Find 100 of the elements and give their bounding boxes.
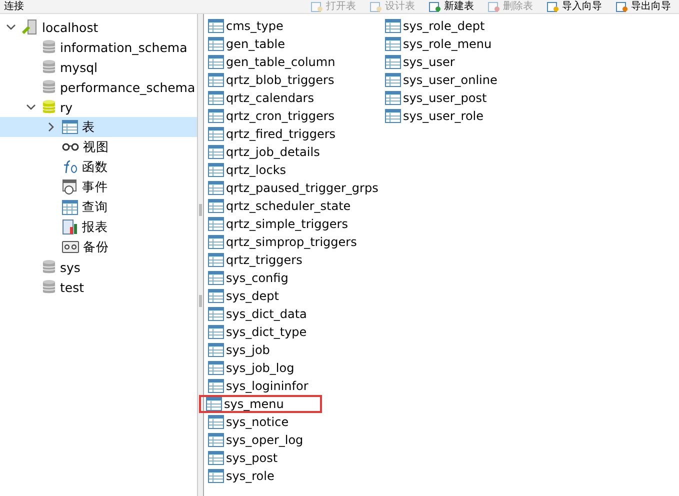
table-icon (208, 217, 224, 231)
table-item[interactable]: qrtz_simprop_triggers (206, 233, 383, 251)
table-icon (385, 37, 401, 51)
table-item[interactable]: qrtz_simple_triggers (206, 215, 383, 233)
table-icon (208, 307, 224, 321)
table-item[interactable]: qrtz_triggers (206, 251, 383, 269)
grid-icon (62, 200, 78, 214)
table-item[interactable]: sys_user_role (383, 107, 560, 125)
report-chart-icon (62, 219, 78, 235)
table-item[interactable]: gen_table (206, 35, 383, 53)
table-icon (208, 415, 224, 429)
table-item[interactable]: qrtz_blob_triggers (206, 71, 383, 89)
table-icon (208, 199, 224, 213)
table-icon (385, 109, 401, 123)
table-action-icon (488, 2, 500, 12)
table-icon (208, 163, 224, 177)
table-icon (208, 127, 224, 141)
table-item[interactable]: sys_role (206, 467, 383, 485)
table-item[interactable]: qrtz_scheduler_state (206, 197, 383, 215)
database-icon (42, 39, 56, 55)
table-item[interactable]: sys_dept (206, 287, 383, 305)
table-item[interactable]: sys_role_menu (383, 35, 560, 53)
table-icon (208, 451, 224, 465)
toolbar-button[interactable]: 导入向导 (547, 0, 602, 12)
tree-item[interactable]: 事件 (0, 177, 197, 197)
table-item[interactable]: sys_post (206, 449, 383, 467)
table-icon (385, 19, 401, 33)
table-icon (208, 73, 224, 87)
table-icon (208, 145, 224, 159)
table-icon (208, 343, 224, 357)
tree-item[interactable]: localhost (0, 17, 197, 37)
tree-item[interactable]: test (0, 277, 197, 297)
function-icon (62, 160, 78, 174)
database-icon (42, 279, 56, 295)
database-icon (42, 59, 56, 75)
table-icon (208, 235, 224, 249)
tree-item[interactable]: performance_schema (0, 77, 197, 97)
table-item[interactable]: sys_menu (199, 395, 322, 413)
table-icon (385, 73, 401, 87)
toolbar-button[interactable]: 导出向导 (616, 0, 671, 12)
tree-item[interactable]: ry (0, 97, 197, 117)
table-icon (208, 109, 224, 123)
table-item[interactable]: sys_job_log (206, 359, 383, 377)
calendar-clock-icon (62, 179, 78, 195)
table-item[interactable]: qrtz_calendars (206, 89, 383, 107)
table-item[interactable]: qrtz_locks (206, 161, 383, 179)
table-item[interactable]: sys_user (383, 53, 560, 71)
tree-item[interactable]: sys (0, 257, 197, 277)
table-icon (208, 289, 224, 303)
tree-item[interactable]: 备份 (0, 237, 197, 257)
connection-label: 连接 (3, 0, 25, 12)
tree-item[interactable]: 表 (0, 117, 197, 137)
table-item[interactable]: sys_notice (206, 413, 383, 431)
database-icon (42, 259, 56, 275)
table-item[interactable]: qrtz_job_details (206, 143, 383, 161)
table-action-icon (370, 2, 382, 12)
table-item[interactable]: qrtz_paused_trigger_grps (206, 179, 383, 197)
table-item[interactable]: sys_config (206, 269, 383, 287)
chevron-down-icon[interactable] (6, 22, 16, 32)
table-icon (385, 91, 401, 105)
tree-item[interactable]: mysql (0, 57, 197, 77)
table-icon (208, 271, 224, 285)
table-item[interactable]: sys_dict_data (206, 305, 383, 323)
table-item[interactable]: cms_type (206, 17, 383, 35)
database-icon (42, 99, 56, 115)
table-item[interactable]: sys_logininfor (206, 377, 383, 395)
table-icon (208, 433, 224, 447)
table-action-icon (311, 2, 323, 12)
database-icon (42, 79, 56, 95)
table-item[interactable]: gen_table_column (206, 53, 383, 71)
tape-icon (62, 241, 79, 253)
table-icon (208, 91, 224, 105)
chevron-down-icon[interactable] (26, 102, 36, 112)
table-item[interactable]: sys_user_online (383, 71, 560, 89)
table-icon (208, 253, 224, 267)
table-item[interactable]: sys_role_dept (383, 17, 560, 35)
chevron-right-icon[interactable] (46, 122, 56, 132)
table-item[interactable]: qrtz_fired_triggers (206, 125, 383, 143)
table-icon (208, 361, 224, 375)
table-icon (385, 55, 401, 69)
table-icon (208, 325, 224, 339)
table-icon (208, 55, 224, 69)
tree-item[interactable]: 查询 (0, 197, 197, 217)
table-item[interactable]: sys_job (206, 341, 383, 359)
table-icon (208, 469, 224, 483)
tree-item[interactable]: 视图 (0, 137, 197, 157)
tree-item[interactable]: 函数 (0, 157, 197, 177)
table-item[interactable]: sys_dict_type (206, 323, 383, 341)
toolbar-button[interactable]: 新建表 (429, 0, 474, 12)
table-icon (208, 379, 224, 393)
tree-item[interactable]: 报表 (0, 217, 197, 237)
table-item[interactable]: sys_oper_log (206, 431, 383, 449)
glasses-icon (62, 143, 79, 151)
table-icon (62, 120, 78, 134)
tree-item[interactable]: information_schema (0, 37, 197, 57)
table-icon (208, 19, 224, 33)
table-item[interactable]: qrtz_cron_triggers (206, 107, 383, 125)
table-icon (206, 397, 222, 411)
table-item[interactable]: sys_user_post (383, 89, 560, 107)
server-icon (22, 19, 38, 35)
